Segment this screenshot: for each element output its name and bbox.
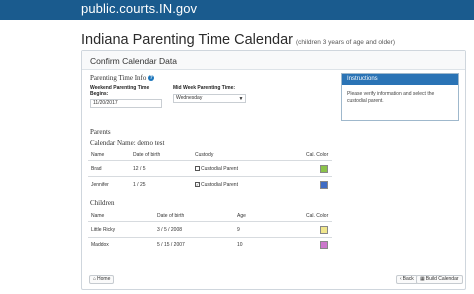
parent-dob: 12 / 5 [133,166,146,172]
calendar-icon: ▦ [420,276,425,282]
children-col-name: Name [91,213,105,219]
instructions-panel: Instructions Please verify information a… [341,73,459,121]
custody-label: Custodial Parent [201,182,238,188]
parenting-time-title: Parenting Time Info ? [90,74,155,82]
site-header: public.courts.IN.gov [0,0,474,20]
child-name: Maddox [91,242,109,248]
page-subtitle: (children 3 years of age and older) [296,39,396,46]
parent-name: Brad [91,166,102,172]
children-section-title: Children [90,199,115,207]
midweek-select-value: Wednesday [176,95,203,101]
divider [88,160,332,161]
card-header: Confirm Calendar Data [82,51,465,70]
children-col-age: Age [237,213,246,219]
custodial-parent-checkbox-brad[interactable]: Custodial Parent [195,166,238,172]
checkbox-icon [195,166,200,172]
checkbox-checked-icon: ✓ [195,182,200,188]
home-button[interactable]: ⌂Home [89,275,115,284]
midweek-label: Mid Week Parenting Time: [173,85,236,91]
info-circle-icon[interactable]: ? [148,75,155,82]
children-col-dob: Date of birth [157,213,185,219]
divider [88,237,332,238]
calendar-color-swatch[interactable] [320,241,328,249]
site-brand-link[interactable]: public.courts.IN.gov [81,1,197,16]
custodial-parent-checkbox-jennifer[interactable]: ✓ Custodial Parent [195,182,238,188]
home-icon: ⌂ [93,276,97,282]
calendar-name: Calendar Name: demo test [90,139,165,147]
midweek-select[interactable]: Wednesday ▼ [173,94,246,103]
child-dob: 5 / 15 / 2007 [157,242,185,248]
parents-col-color: Cal. Color [306,152,329,158]
build-calendar-label: Build Calendar [425,276,459,282]
child-dob: 3 / 5 / 2008 [157,227,183,233]
child-name: Little Ricky [91,227,116,233]
parent-name: Jennifer [91,182,109,188]
page-title-text: Indiana Parenting Time Calendar [81,32,293,48]
divider [88,176,332,177]
child-age: 10 [237,242,243,248]
back-button-label: Back [402,276,414,282]
home-button-label: Home [97,276,111,282]
page-title: Indiana Parenting Time Calendar (children… [81,32,395,48]
calendar-color-swatch[interactable] [320,181,328,189]
divider [88,221,332,222]
back-button[interactable]: ‹Back [396,275,418,284]
build-calendar-button[interactable]: ▦Build Calendar [416,275,463,284]
instructions-body: Please verify information and select the… [347,91,435,104]
calendar-color-swatch[interactable] [320,226,328,234]
child-age: 9 [237,227,240,233]
parenting-time-title-text: Parenting Time Info [90,74,147,82]
children-col-color: Cal. Color [306,213,329,219]
weekend-date-input[interactable]: 11/20/2017 [90,99,162,108]
weekend-label: Weekend Parenting Time Begins: [90,85,150,97]
parents-col-custody: Custody [195,152,214,158]
arrow-left-icon: ‹ [400,276,402,282]
chevron-down-icon: ▼ [238,96,244,102]
calendar-color-swatch[interactable] [320,165,328,173]
parents-section-title: Parents [90,128,111,136]
custody-label: Custodial Parent [201,166,238,172]
card-header-title: Confirm Calendar Data [90,56,177,66]
parent-dob: 1 / 25 [133,182,146,188]
parents-col-dob: Date of birth [133,152,161,158]
parents-col-name: Name [91,152,105,158]
instructions-title: Instructions [342,74,458,85]
